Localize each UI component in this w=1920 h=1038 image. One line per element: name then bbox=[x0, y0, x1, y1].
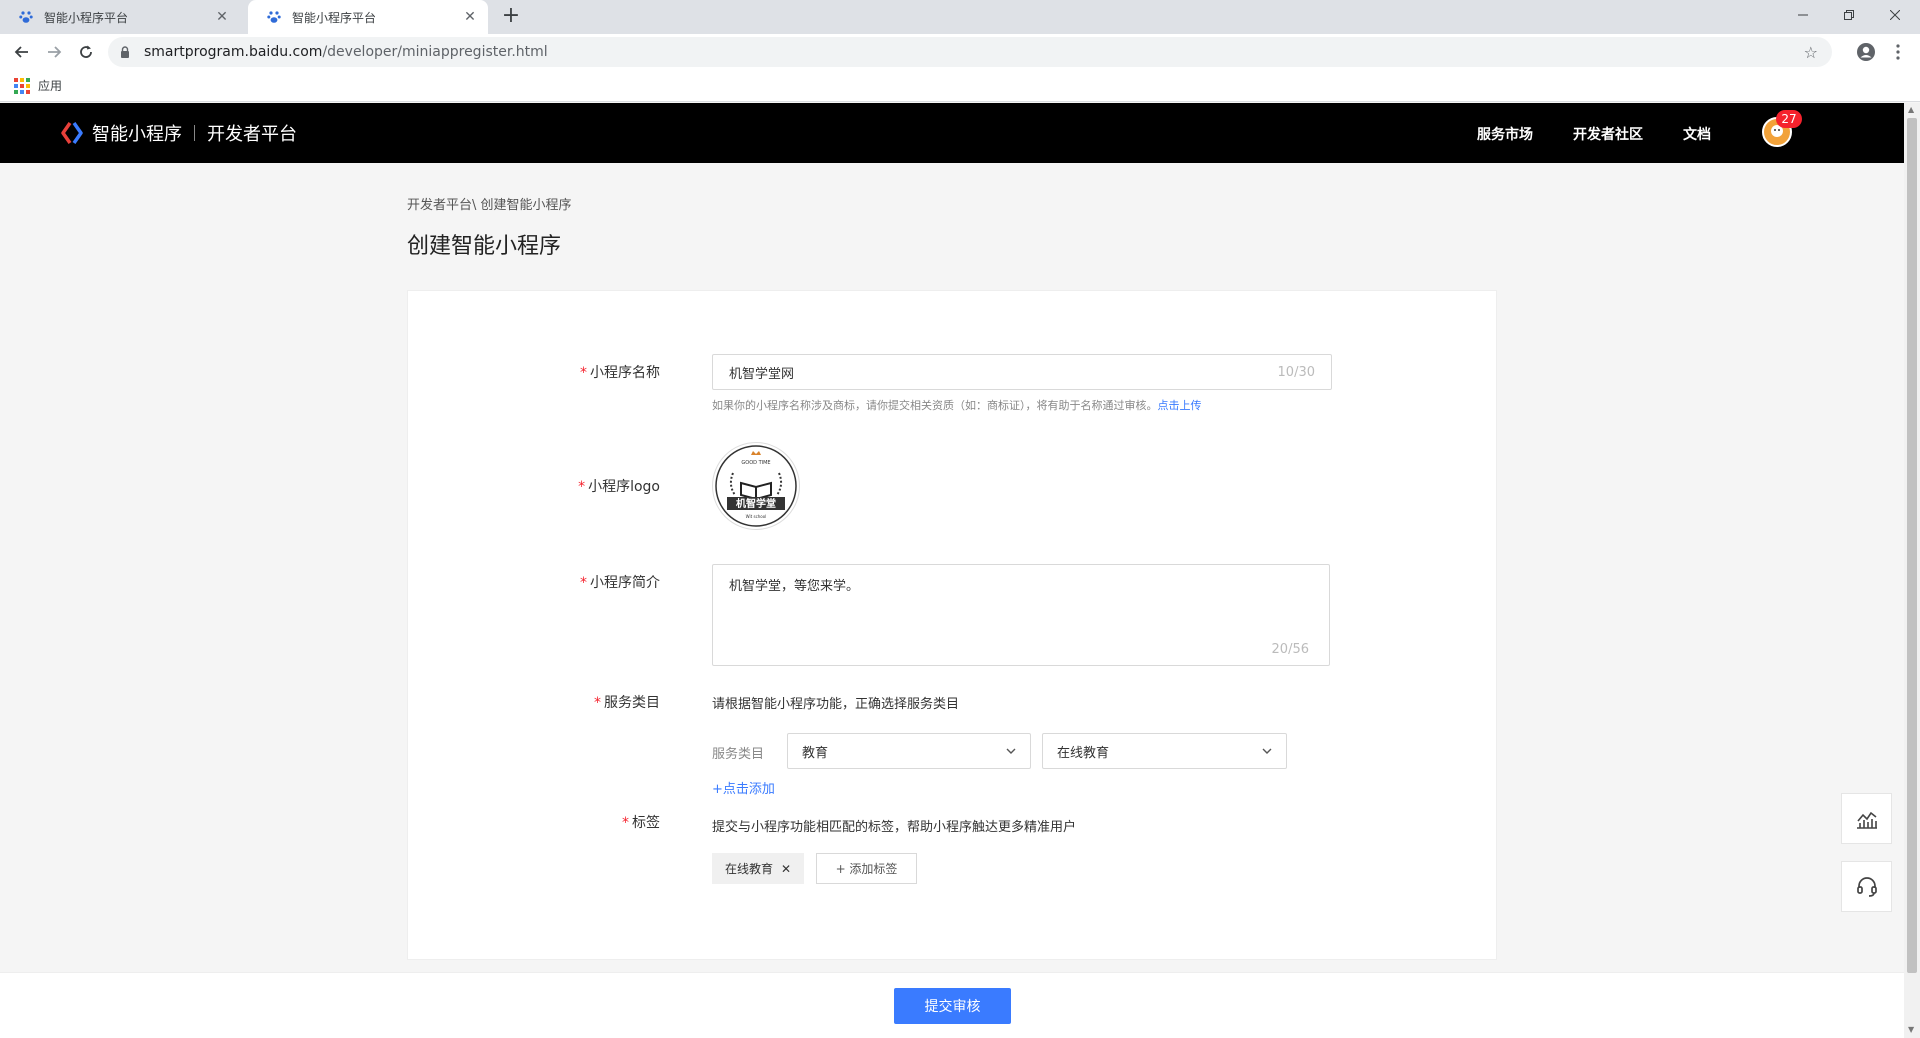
logo-top-text: GOOD TIME bbox=[741, 460, 770, 466]
required-mark: * bbox=[580, 575, 587, 591]
browser-menu-icon[interactable] bbox=[1884, 38, 1912, 66]
logo-sub-text: Wit school bbox=[746, 514, 767, 519]
logo-label-text: 小程序logo bbox=[588, 479, 660, 495]
miniapp-logo-image[interactable]: GOOD TIME 机智学堂 Wit school bbox=[712, 442, 800, 530]
bookmark-star-icon[interactable]: ☆ bbox=[1804, 43, 1818, 62]
notification-badge[interactable]: 27 bbox=[1776, 110, 1802, 128]
tag-chip-label: 在线教育 bbox=[724, 862, 773, 876]
submit-review-button[interactable]: 提交审核 bbox=[894, 988, 1011, 1024]
category-label: * 服务类目 bbox=[500, 692, 660, 712]
bookmarks-bar: 应用 bbox=[0, 70, 1920, 102]
name-input-value: 机智学堂网 bbox=[729, 366, 795, 382]
brand-name: 智能小程序 bbox=[92, 124, 182, 145]
chevron-down-icon bbox=[1262, 748, 1272, 754]
intro-textarea[interactable]: 机智学堂，等您来学。 20/56 bbox=[712, 564, 1330, 666]
intro-char-count: 20/56 bbox=[1271, 642, 1309, 657]
logo-label: * 小程序logo bbox=[500, 476, 660, 496]
restore-icon[interactable] bbox=[1826, 0, 1872, 30]
nav-developer-community[interactable]: 开发者社区 bbox=[1573, 124, 1643, 144]
name-hint-text: 如果你的小程序名称涉及商标，请你提交相关资质（如：商标证），将有助于名称通过审核… bbox=[712, 399, 1158, 412]
name-char-count: 10/30 bbox=[1277, 364, 1315, 380]
name-input[interactable]: 机智学堂网 10/30 bbox=[712, 354, 1332, 390]
page-title: 创建智能小程序 bbox=[407, 234, 562, 259]
category-sub-label: 服务类目 bbox=[712, 747, 765, 762]
remove-tag-icon[interactable]: ✕ bbox=[781, 862, 791, 876]
breadcrumb[interactable]: 开发者平台\ 创建智能小程序 bbox=[407, 194, 572, 213]
secondary-category-value: 在线教育 bbox=[1057, 745, 1110, 761]
name-hint: 如果你的小程序名称涉及商标，请你提交相关资质（如：商标证），将有助于名称通过审核… bbox=[712, 397, 1202, 413]
forward-arrow-icon[interactable] bbox=[40, 38, 68, 66]
analytics-button[interactable] bbox=[1841, 793, 1892, 844]
url-host: smartprogram.baidu.com bbox=[144, 44, 323, 60]
category-description: 请根据智能小程序功能，正确选择服务类目 bbox=[712, 697, 960, 712]
tab-title: 智能小程序平台 bbox=[44, 10, 129, 25]
tags-label: * 标签 bbox=[500, 812, 660, 832]
secondary-category-select[interactable]: 在线教育 bbox=[1042, 733, 1287, 769]
required-mark: * bbox=[578, 479, 586, 495]
brand-divider bbox=[194, 125, 195, 141]
profile-icon[interactable] bbox=[1852, 38, 1880, 66]
scroll-up-arrow-icon[interactable]: ▲ bbox=[1908, 106, 1916, 114]
chart-icon bbox=[1856, 811, 1877, 829]
back-arrow-icon[interactable] bbox=[8, 38, 36, 66]
tab-close-icon[interactable]: ✕ bbox=[214, 9, 230, 25]
browser-tab-bar: 智能小程序平台 ✕ 智能小程序平台 ✕ + bbox=[0, 0, 1920, 34]
required-mark: * bbox=[580, 365, 587, 381]
new-tab-button[interactable]: + bbox=[498, 4, 524, 30]
lock-icon bbox=[120, 46, 134, 58]
tab-close-icon[interactable]: ✕ bbox=[462, 9, 478, 25]
minimize-icon[interactable] bbox=[1780, 0, 1826, 30]
intro-textarea-value: 机智学堂，等您来学。 bbox=[729, 579, 860, 594]
baidu-paw-icon bbox=[18, 9, 34, 25]
browser-tab-active[interactable]: 智能小程序平台 ✕ bbox=[248, 0, 488, 34]
scroll-down-arrow-icon[interactable]: ▼ bbox=[1908, 1026, 1916, 1034]
close-window-icon[interactable] bbox=[1872, 0, 1918, 30]
site-logo[interactable]: 智能小程序 开发者平台 bbox=[60, 120, 297, 146]
customer-service-button[interactable] bbox=[1841, 861, 1892, 912]
intro-label-text: 小程序简介 bbox=[590, 575, 660, 591]
logo-title-text: 机智学堂 bbox=[736, 497, 776, 510]
site-header: 智能小程序 开发者平台 服务市场 开发者社区 文档 27 bbox=[0, 103, 1904, 163]
name-label-text: 小程序名称 bbox=[590, 365, 660, 381]
tag-chip: 在线教育 ✕ bbox=[712, 853, 804, 884]
required-mark: * bbox=[622, 815, 629, 831]
category-label-text: 服务类目 bbox=[604, 695, 660, 711]
tab-title: 智能小程序平台 bbox=[292, 10, 377, 25]
chevron-down-icon bbox=[1006, 748, 1016, 754]
school-logo-icon: GOOD TIME 机智学堂 Wit school bbox=[715, 445, 797, 527]
upload-link[interactable]: 点击上传 bbox=[1158, 399, 1202, 412]
tags-label-text: 标签 bbox=[632, 815, 660, 831]
browser-tab[interactable]: 智能小程序平台 ✕ bbox=[0, 0, 240, 34]
headset-icon bbox=[1856, 876, 1877, 897]
reload-icon[interactable] bbox=[72, 38, 100, 66]
nav-docs[interactable]: 文档 bbox=[1683, 124, 1711, 144]
apps-bookmark[interactable]: 应用 bbox=[38, 77, 62, 94]
name-label: * 小程序名称 bbox=[500, 362, 660, 382]
baidu-paw-icon bbox=[266, 9, 282, 25]
primary-category-value: 教育 bbox=[802, 745, 829, 761]
tags-description: 提交与小程序功能相匹配的标签，帮助小程序触达更多精准用户 bbox=[712, 820, 1077, 835]
add-tag-button[interactable]: + 添加标签 bbox=[816, 853, 917, 884]
url-path: /developer/miniappregister.html bbox=[322, 44, 548, 60]
brand-subtitle: 开发者平台 bbox=[207, 124, 297, 145]
intro-label: * 小程序简介 bbox=[500, 572, 660, 592]
address-bar[interactable]: smartprogram.baidu.com/developer/miniapp… bbox=[108, 37, 1832, 67]
smart-program-logo-icon bbox=[61, 121, 83, 145]
apps-grid-icon[interactable] bbox=[14, 77, 30, 94]
primary-category-select[interactable]: 教育 bbox=[787, 733, 1031, 769]
browser-toolbar: smartprogram.baidu.com/developer/miniapp… bbox=[0, 34, 1920, 70]
nav-service-market[interactable]: 服务市场 bbox=[1477, 124, 1533, 144]
scrollbar-thumb[interactable] bbox=[1907, 118, 1917, 973]
add-category-link[interactable]: +点击添加 bbox=[712, 778, 775, 797]
required-mark: * bbox=[594, 695, 601, 711]
